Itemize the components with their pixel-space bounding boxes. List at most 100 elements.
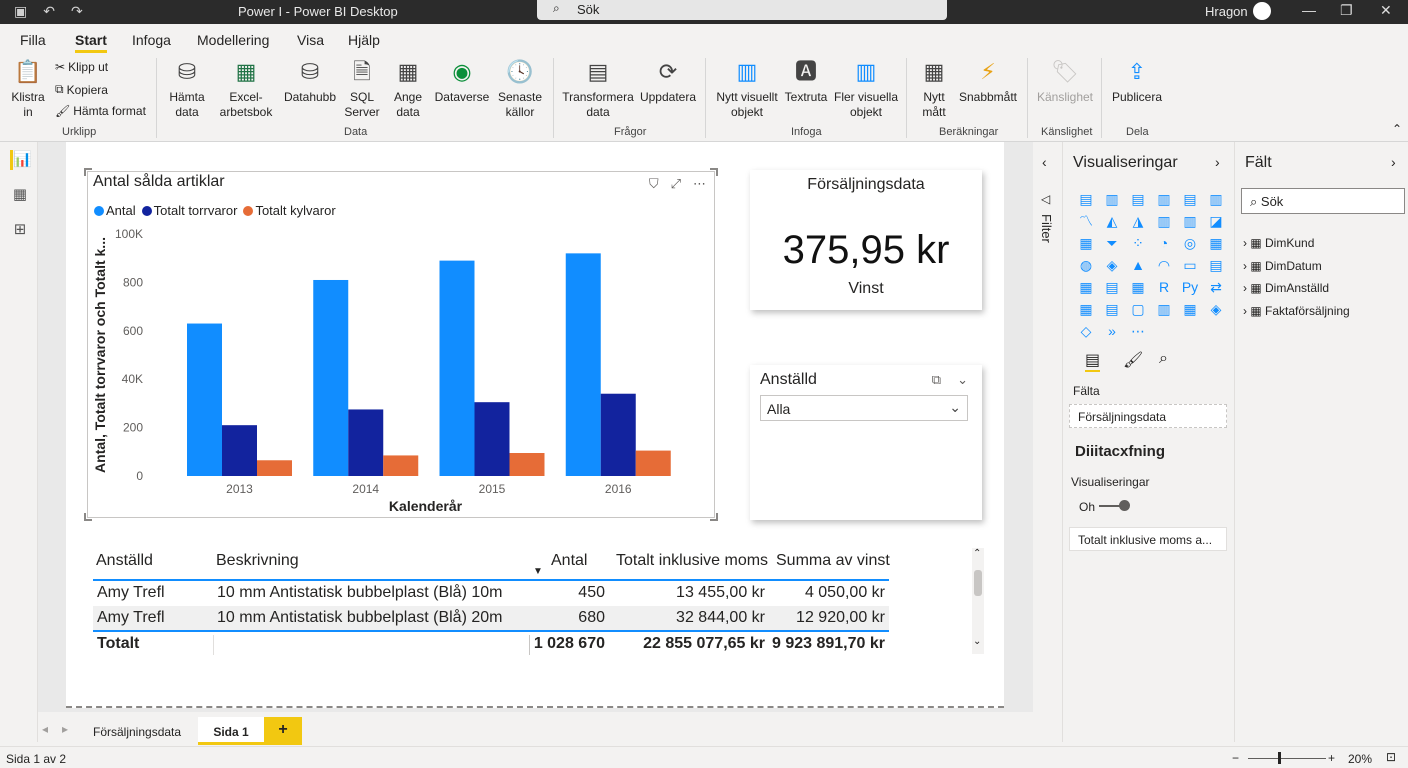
map-icon[interactable]: ◍	[1073, 254, 1099, 276]
bar[interactable]	[635, 450, 671, 476]
menu-insert[interactable]: Infoga	[132, 32, 171, 48]
refresh-button[interactable]: ⟳ Uppdatera	[638, 58, 698, 105]
restore-icon[interactable]: ❐	[1340, 2, 1353, 19]
publish-button[interactable]: ⇪ Publicera	[1108, 58, 1166, 105]
datahub-button[interactable]: ⛁ Datahubb	[282, 58, 338, 105]
menu-view[interactable]: Visa	[297, 32, 324, 48]
toggle-knob[interactable]	[1119, 500, 1130, 511]
clustered-column-icon[interactable]: ▥	[1151, 188, 1177, 210]
stacked-area-icon[interactable]: ◮	[1125, 210, 1151, 232]
scatter-icon[interactable]: ⁘	[1125, 232, 1151, 254]
bar[interactable]	[257, 460, 292, 476]
analytics-icon[interactable]: ⌕	[1159, 350, 1168, 368]
textbox-button[interactable]: 🅰 Textruta	[784, 58, 828, 105]
ribbon-chart-icon[interactable]: ◪	[1203, 210, 1229, 232]
undo-icon[interactable]: ↶	[43, 3, 55, 20]
dataverse-button[interactable]: ◉ Dataverse	[434, 58, 490, 105]
minimize-icon[interactable]: —	[1302, 2, 1316, 18]
menu-start[interactable]: Start	[75, 32, 107, 53]
get-data-button[interactable]: ⛁ Hämta data	[163, 58, 211, 120]
power-apps-icon[interactable]: ▦	[1177, 298, 1203, 320]
column-header[interactable]: Anställd	[96, 552, 153, 570]
chevron-right-icon[interactable]: ›	[1215, 154, 1220, 170]
redo-icon[interactable]: ↷	[71, 3, 83, 20]
next-page-icon[interactable]: ▸	[62, 722, 68, 736]
slicer-icon[interactable]: ▤	[1099, 276, 1125, 298]
filters-pane-collapsed[interactable]: ‹ ◁ Filter	[1033, 142, 1063, 742]
table-icon[interactable]: ▦	[1125, 276, 1151, 298]
clear-selection-icon[interactable]: ⧉	[932, 372, 941, 388]
data-view-icon[interactable]: ▦	[10, 185, 30, 205]
bar[interactable]	[383, 455, 419, 476]
column-header[interactable]: Totalt inklusive moms	[616, 552, 768, 570]
key-influencers-icon[interactable]: ⇄	[1203, 276, 1229, 298]
bar[interactable]	[222, 425, 257, 476]
resize-handle[interactable]	[710, 168, 718, 176]
filled-map-icon[interactable]: ◈	[1099, 254, 1125, 276]
chevron-right-icon[interactable]: ›	[1391, 154, 1396, 170]
zoom-out-icon[interactable]: −	[1232, 751, 1239, 765]
bar[interactable]	[600, 393, 636, 476]
sort-descending-icon[interactable]: ▼	[533, 566, 543, 577]
transform-button[interactable]: ▤ Transformera data	[560, 58, 636, 120]
prev-page-icon[interactable]: ◂	[42, 722, 48, 736]
bar[interactable]	[474, 402, 510, 476]
area-chart-icon[interactable]: ◭	[1099, 210, 1125, 232]
python-visual-icon[interactable]: Py	[1177, 276, 1203, 298]
table-row[interactable]: Amy Trefl 10 mm Antistatisk bubbelplast …	[93, 581, 889, 606]
bar[interactable]	[509, 453, 545, 476]
more-visuals-button[interactable]: ▥ Fler visuella objekt	[832, 58, 900, 120]
table-scrollbar[interactable]: ⌃ ⌄	[972, 548, 984, 654]
narrative-icon[interactable]: ▢	[1125, 298, 1151, 320]
scroll-thumb[interactable]	[974, 570, 982, 596]
stacked-bar-icon[interactable]: ▤	[1073, 188, 1099, 210]
card-visual[interactable]: Försäljningsdata 375,95 kr Vinst	[750, 170, 982, 310]
sql-button[interactable]: 🗎 SQL Server	[342, 58, 382, 120]
slicer-visual[interactable]: Anställd ⧉ ⌄ Alla ⌄	[750, 365, 982, 520]
sensitivity-button[interactable]: 🏷 Känslighet	[1034, 58, 1096, 105]
report-view-icon[interactable]: 📊	[10, 150, 32, 170]
power-automate-icon[interactable]: ◈	[1203, 298, 1229, 320]
bar[interactable]	[348, 409, 384, 476]
field-well[interactable]: Försäljningsdata	[1069, 404, 1227, 428]
stacked-bar-100-icon[interactable]: ▤	[1177, 188, 1203, 210]
search-box[interactable]: ⌕ Sök	[537, 0, 947, 20]
kpi-icon[interactable]: ▦	[1073, 276, 1099, 298]
drillthrough-field[interactable]: Totalt inklusive moms a...	[1069, 527, 1227, 551]
field-table-item[interactable]: › ▦ DimAnställd	[1243, 277, 1350, 300]
slicer-dropdown[interactable]: Alla ⌄	[760, 395, 968, 421]
zoom-track[interactable]	[1248, 758, 1326, 759]
close-icon[interactable]: ✕	[1380, 2, 1392, 19]
fields-search-input[interactable]: ⌕ Sök	[1241, 188, 1405, 214]
recent-sources-button[interactable]: 🕓 Senaste källor	[495, 58, 545, 120]
new-visual-button[interactable]: ▥ Nytt visuellt objekt	[712, 58, 782, 120]
add-page-button[interactable]: +	[264, 717, 302, 745]
new-measure-button[interactable]: ▦ Nytt mått	[914, 58, 954, 120]
zoom-thumb[interactable]	[1278, 752, 1281, 764]
column-header[interactable]: Summa av vinst	[776, 552, 890, 570]
arrows-icon[interactable]: »	[1099, 320, 1125, 342]
table-row[interactable]: Amy Trefl 10 mm Antistatisk bubbelplast …	[93, 606, 889, 631]
build-visual-icon[interactable]: ▤	[1085, 350, 1101, 372]
menu-help[interactable]: Hjälp	[348, 32, 380, 48]
save-icon[interactable]: ▣	[14, 3, 27, 20]
tab-page-1[interactable]: Sida 1	[198, 717, 264, 745]
excel-button[interactable]: ▦ Excel-arbetsbok	[216, 58, 276, 120]
treemap-icon[interactable]: ▦	[1203, 232, 1229, 254]
paginated-icon[interactable]: ▥	[1151, 298, 1177, 320]
multirow-card-icon[interactable]: ▤	[1203, 254, 1229, 276]
tab-sales-data[interactable]: Försäljningsdata	[81, 717, 193, 745]
user-name[interactable]: Hragon	[1205, 4, 1248, 19]
enter-data-button[interactable]: ▦ Ange data	[388, 58, 428, 120]
resize-handle[interactable]	[84, 513, 92, 521]
resize-handle[interactable]	[710, 513, 718, 521]
qa-icon[interactable]: ▤	[1099, 298, 1125, 320]
line-clustered-icon[interactable]: ▥	[1177, 210, 1203, 232]
stacked-column-icon[interactable]: ▥	[1099, 188, 1125, 210]
column-header[interactable]: Beskrivning	[216, 552, 299, 570]
collapse-ribbon-icon[interactable]: ⌃	[1392, 122, 1402, 136]
line-chart-icon[interactable]: 〽	[1073, 210, 1099, 232]
stacked-column-100-icon[interactable]: ▥	[1203, 188, 1229, 210]
clustered-bar-icon[interactable]: ▤	[1125, 188, 1151, 210]
waterfall-icon[interactable]: ▦	[1073, 232, 1099, 254]
